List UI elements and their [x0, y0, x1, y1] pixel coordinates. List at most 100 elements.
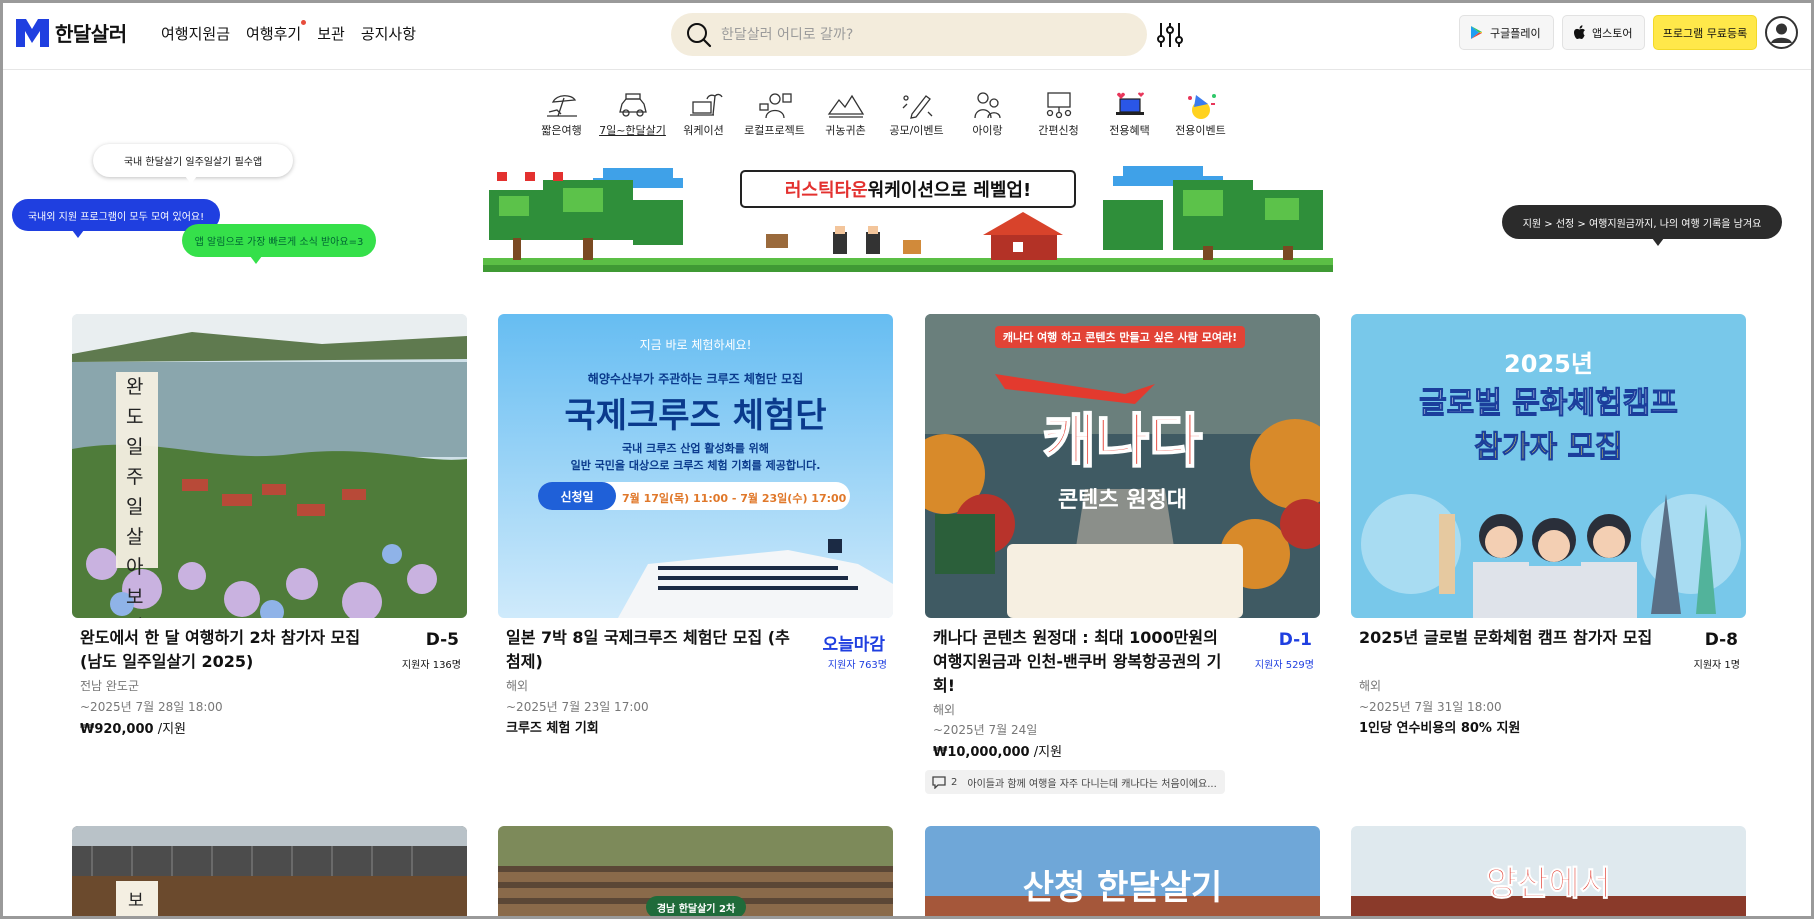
mountain-icon — [827, 94, 864, 118]
category-label: 전용혜택 — [1109, 124, 1150, 137]
logo-mark-icon — [16, 18, 49, 47]
category-exclusive-event[interactable]: 전용이벤트 — [1165, 90, 1236, 138]
laptop-heart-icon — [1115, 92, 1144, 115]
card-applicants: 지원자 763명 — [827, 660, 887, 671]
promo-bubble-notifications: 앱 알림으로 가장 빠르게 소식 받아요=3 — [182, 224, 376, 264]
main-nav: 여행지원금 여행후기 보관 공지사항 — [161, 20, 416, 44]
category-short-trip[interactable]: 짧은여행 — [526, 90, 597, 138]
program-card[interactable]: 완도 일주일 살아보기 완도에서 한 달 여행하기 2차 참가자 모집 (남도 … — [72, 314, 467, 737]
card-title[interactable]: 일본 7박 8일 국제크루즈 체험단 모집 (추첨제) — [506, 626, 801, 674]
card-image-tagline: 지금 바로 체험하세요! — [639, 338, 752, 352]
filter-sliders-icon[interactable] — [1156, 20, 1184, 50]
card-dday: 오늘마감 — [822, 635, 885, 655]
card-image-title1: 글로벌 문화체험캠프 — [1419, 386, 1679, 422]
promo-banner[interactable]: 러스틱타운 워케이션으로 레벨업! — [483, 160, 1333, 272]
card-image-title: 캐나다 — [1041, 406, 1203, 476]
category-label: 귀농귀촌 — [825, 124, 866, 137]
card-comment-preview[interactable]: 2 아이들과 함께 여행을 자주 다니는데 캐나다는 처음이에요... — [925, 770, 1225, 794]
card-deadline: ~2025년 7월 23일 17:00 — [506, 700, 649, 714]
card-image[interactable]: 2025년 글로벌 문화체험캠프 참가자 모집 — [1351, 314, 1746, 618]
card-image-desc2: 일반 국민을 대상으로 크루즈 체험 기회를 제공합니다. — [570, 459, 821, 472]
card-price-unit: /지원 — [153, 722, 186, 737]
program-card[interactable]: 경남 한달살기 2차 — [498, 826, 893, 919]
nav-travel-fund[interactable]: 여행지원금 — [161, 23, 230, 44]
program-card[interactable]: 캐나다 여행 하고 콘텐츠 만들고 싶은 사람 모여라! 캐나다 콘텐츠 원정대… — [925, 314, 1320, 794]
card-image-date-label: 신청일 — [560, 490, 594, 504]
card-image-caption: 완도 일주일 살아보기 — [126, 376, 144, 618]
card-dday: D-8 — [1704, 630, 1738, 650]
nav-saved[interactable]: 보관 — [317, 23, 345, 44]
card-region: 해외 — [1359, 679, 1382, 693]
search-input[interactable] — [721, 26, 1121, 43]
card-image-subtitle: 해양수산부가 주관하는 크루즈 체험단 모집 — [587, 372, 804, 386]
program-card[interactable]: 보성 — [72, 826, 467, 919]
card-image-caption: 산청 한달살기 — [1022, 868, 1223, 908]
top-header: 한달살러 여행지원금 여행후기 보관 공지사항 구글플레이 앱스토어 프로그램 … — [0, 0, 1814, 70]
google-play-button[interactable]: 구글플레이 — [1459, 15, 1554, 50]
category-label: 아이랑 — [972, 124, 1003, 137]
app-store-button[interactable]: 앱스토어 — [1562, 15, 1645, 50]
logo[interactable]: 한달살러 — [16, 18, 127, 47]
category-local-project[interactable]: 로컬프로젝트 — [739, 90, 810, 138]
category-easy-apply[interactable]: 간편신청 — [1023, 90, 1094, 138]
category-label: 워케이션 — [683, 124, 724, 137]
card-title[interactable]: 완도에서 한 달 여행하기 2차 참가자 모집 (남도 일주일살기 2025) — [80, 626, 375, 674]
category-label: 간편신청 — [1038, 124, 1079, 137]
card-image-year: 2025년 — [1504, 350, 1593, 378]
category-rural[interactable]: 귀농귀촌 — [810, 90, 881, 138]
card-image[interactable]: 지금 바로 체험하세요! 해양수산부가 주관하는 크루즈 체험단 모집 국제크루… — [498, 314, 893, 618]
card-image-subtitle: 콘텐츠 원정대 — [1057, 488, 1188, 513]
banner-title-highlight: 러스틱타운 — [784, 180, 868, 201]
party-icon — [1187, 94, 1216, 119]
card-dday: D-1 — [1278, 630, 1312, 650]
card-price: ₩920,000 /지원 — [80, 718, 186, 737]
register-program-button[interactable]: 프로그램 무료등록 — [1653, 15, 1757, 50]
banner-title: 러스틱타운 워케이션으로 레벨업! — [740, 170, 1076, 208]
card-image-caption: 경남 한달살기 2차 — [656, 904, 736, 915]
card-image[interactable]: 완도 일주일 살아보기 — [72, 314, 467, 618]
card-deadline: ~2025년 7월 28일 18:00 — [80, 700, 223, 714]
category-label: 7일~한달살기 — [599, 124, 666, 137]
card-applicants: 지원자 1명 — [1693, 660, 1740, 671]
card-image-title: 국제크루즈 체험단 — [564, 396, 827, 436]
card-image-title2: 참가자 모집 — [1474, 430, 1623, 466]
card-benefit: 크루즈 체험 기회 — [506, 721, 599, 736]
comment-icon — [932, 776, 946, 789]
search-icon[interactable] — [685, 21, 713, 49]
program-card[interactable]: 양산에서 — [1351, 826, 1746, 919]
program-card[interactable]: 2025년 글로벌 문화체험캠프 참가자 모집 2025년 글로벌 문화체험 캠… — [1351, 314, 1746, 736]
new-dot — [301, 20, 307, 25]
category-label: 로컬프로젝트 — [744, 124, 805, 137]
card-benefit: 1인당 연수비용의 80% 지원 — [1359, 721, 1521, 736]
card-deadline: ~2025년 7월 24일 — [933, 723, 1038, 737]
card-title[interactable]: 캐나다 콘텐츠 원정대 : 최대 1000만원의 여행지원금과 인천-밴쿠버 왕… — [933, 626, 1233, 698]
nav-notices[interactable]: 공지사항 — [361, 23, 416, 44]
car-icon — [618, 93, 647, 117]
category-workation[interactable]: 워케이션 — [668, 90, 739, 138]
card-price-amount: ₩920,000 — [80, 722, 154, 737]
category-bar: 짧은여행 7일~한달살기 워케이션 로컬프로젝트 귀농귀촌 공모/이벤트 아이랑… — [526, 90, 1236, 138]
nav-travel-review[interactable]: 여행후기 — [246, 20, 307, 44]
card-image[interactable]: 캐나다 여행 하고 콘텐츠 만들고 싶은 사람 모여라! 캐나다 콘텐츠 원정대 — [925, 314, 1320, 618]
card-price: ₩10,000,000 /지원 — [933, 741, 1062, 760]
card-title[interactable]: 2025년 글로벌 문화체험 캠프 참가자 모집 — [1359, 626, 1654, 650]
program-card[interactable]: 지금 바로 체험하세요! 해양수산부가 주관하는 크루즈 체험단 모집 국제크루… — [498, 314, 893, 736]
card-deadline: ~2025년 7월 31일 18:00 — [1359, 700, 1502, 714]
apple-icon — [1574, 25, 1585, 39]
card-region: 해외 — [506, 679, 529, 693]
category-month-stay[interactable]: 7일~한달살기 — [597, 90, 668, 138]
category-contest[interactable]: 공모/이벤트 — [881, 90, 952, 138]
pencil-event-icon — [902, 95, 932, 119]
search-bar[interactable] — [671, 13, 1147, 56]
app-store-label: 앱스토어 — [1592, 26, 1633, 40]
card-image-date: 7월 17일(목) 11:00 - 7월 23일(수) 17:00 — [622, 492, 847, 505]
program-card[interactable]: 산청 한달살기 — [925, 826, 1320, 919]
promo-bubble-records: 지원 > 선정 > 여행지원금까지, 나의 여행 기록을 남겨요 — [1502, 205, 1782, 246]
card-price-unit: /지원 — [1029, 745, 1063, 760]
card-dday: D-5 — [425, 630, 459, 650]
card-image-desc1: 국내 크루즈 산업 활성화를 위해 — [622, 442, 769, 455]
user-avatar-icon[interactable] — [1765, 16, 1798, 49]
category-with-kids[interactable]: 아이랑 — [952, 90, 1023, 138]
category-exclusive-benefit[interactable]: 전용혜택 — [1094, 90, 1165, 138]
nav-travel-review-label: 여행후기 — [246, 25, 302, 43]
